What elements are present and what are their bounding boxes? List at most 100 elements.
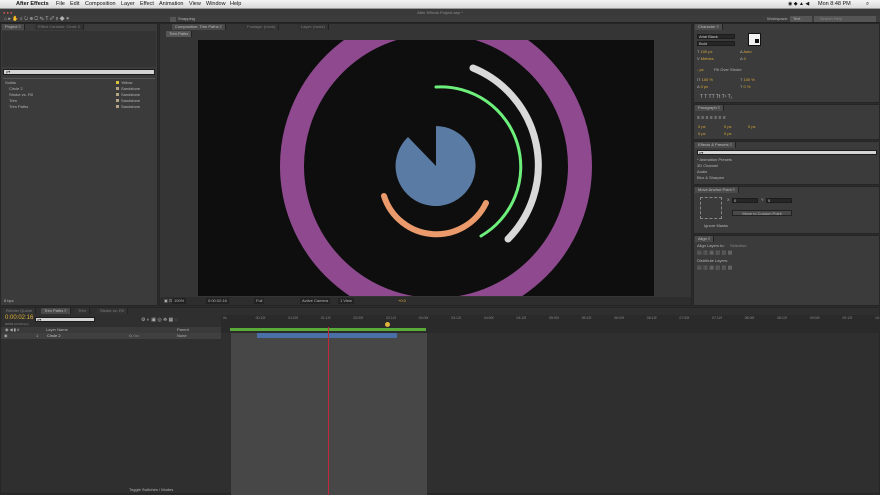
align-buttons[interactable]: ▤ ▥ ▦ ▧ ▨ ▩: [697, 250, 732, 256]
style-select[interactable]: Bold: [697, 41, 735, 46]
tab-footage[interactable]: Footage: (none): [244, 24, 280, 30]
indent-first[interactable]: 0 px: [748, 124, 756, 130]
search-help-input[interactable]: Search Help: [814, 16, 876, 22]
snapping-label: Snapping: [178, 16, 195, 21]
app-menu[interactable]: After Effects: [16, 1, 49, 7]
tool-icons[interactable]: ⌂ ▸ ✋ ⌕ ↻ ⊕ ▢ ✎ T ✐ ⚲ ◆ ✶: [4, 16, 69, 22]
tick-label: 01:12f: [320, 316, 331, 320]
effects-search[interactable]: ρ▾: [697, 150, 877, 155]
tick-label: 02:00f: [353, 316, 364, 320]
tab-layer[interactable]: Layer: (none): [298, 24, 329, 30]
timeline-switch-icons[interactable]: ⚙ ◐ ▣ ◎ ⛯ ▦ ◌: [141, 317, 178, 323]
text-style-buttons[interactable]: T T TT Tt T¹ T₁: [700, 94, 732, 100]
stroke-type-select[interactable]: Fill Over Stroke: [714, 67, 742, 73]
menu-window[interactable]: Window: [206, 1, 226, 7]
tab-render-queue[interactable]: Render Queue: [3, 308, 37, 314]
leading-field[interactable]: A Auto: [740, 49, 752, 55]
window-controls-icon[interactable]: ● ● ●: [3, 9, 12, 16]
stroke-px-field[interactable]: - px: [697, 67, 704, 73]
tab-trim[interactable]: Trim: [75, 308, 90, 314]
font-select[interactable]: Arial Black: [697, 34, 735, 39]
tick-label: 03:00f: [418, 316, 429, 320]
menu-help[interactable]: Help: [230, 1, 241, 7]
resolution-select[interactable]: Full: [254, 298, 265, 304]
project-search[interactable]: ρ▾: [3, 69, 155, 75]
zoom-select[interactable]: 100%: [172, 298, 187, 304]
tab-move-anchor-point[interactable]: Move Anchor Point ≡: [695, 187, 740, 193]
table-row[interactable]: ◉ 1 Circle 2 ◇ ⁄ ▭ None: [1, 333, 221, 339]
tab-character[interactable]: Character ≡: [695, 24, 724, 30]
tab-composition[interactable]: Composition: Trim Paths ≡: [172, 24, 227, 30]
tab-paragraph[interactable]: Paragraph ≡: [695, 105, 725, 111]
timeline-search[interactable]: ρ▾: [35, 317, 95, 322]
stroke-color-swatch[interactable]: [754, 38, 760, 44]
exposure-value[interactable]: +0.0: [398, 298, 406, 304]
ignore-masks-checkbox[interactable]: Ignore Masks: [704, 223, 728, 229]
menu-composition[interactable]: Composition: [85, 1, 116, 7]
tick-label: 04:00f: [483, 316, 494, 320]
menu-layer[interactable]: Layer: [121, 1, 135, 7]
tab-align[interactable]: Align ≡: [695, 236, 715, 242]
time-ruler[interactable]: 0s 00:12f 01:00f 01:12f 02:00f 02:12f 03:00f 03…: [221, 315, 880, 333]
comp-subtab[interactable]: Trim Paths: [166, 31, 193, 37]
layer-visibility-icon[interactable]: ◉: [4, 333, 8, 339]
tracking-field[interactable]: A 0: [740, 56, 746, 62]
spotlight-icon[interactable]: ⌕: [866, 1, 869, 8]
tick-label: 09:00f: [809, 316, 820, 320]
anchor-grid[interactable]: [700, 197, 722, 219]
menu-animation[interactable]: Animation: [159, 1, 183, 7]
toggle-switches-button[interactable]: Toggle Switches / Modes: [129, 487, 173, 493]
distribute-label: Distribute Layers:: [697, 258, 729, 263]
workspace-select[interactable]: Text: [790, 16, 812, 22]
align-buttons[interactable]: ≡ ≡ ≡ ≡ ≡ ≡ ≡: [697, 115, 726, 121]
current-time-indicator[interactable]: [385, 322, 390, 327]
comp-time[interactable]: 0:00:02:16: [206, 298, 229, 304]
indent-right[interactable]: 0 px: [724, 124, 732, 130]
kerning-field[interactable]: V Metrics: [697, 56, 714, 62]
camera-select[interactable]: Active Camera: [300, 298, 331, 304]
comp-footer: ▣ ⊡ 100% 0:00:02:16 Full Active Camera 1…: [160, 297, 691, 305]
tab-effects-presets[interactable]: Effects & Presets ≡: [695, 142, 737, 148]
space-after[interactable]: 0 px: [724, 131, 732, 137]
hscale-field[interactable]: T 100 %: [740, 77, 755, 83]
label-cell: Sandstone: [116, 104, 140, 110]
tsume-field[interactable]: T 0 %: [740, 84, 750, 90]
tick-label: 05:12f: [581, 316, 592, 320]
menu-view[interactable]: View: [189, 1, 201, 7]
tab-project[interactable]: Project ≡: [2, 24, 25, 30]
tick-label: 06:12f: [646, 316, 657, 320]
anchor-y-label: Y: [761, 197, 764, 202]
list-item[interactable]: Trim Paths: [9, 104, 28, 110]
snapping-checkbox[interactable]: [170, 17, 176, 22]
menu-edit[interactable]: Edit: [70, 1, 79, 7]
vscale-field[interactable]: IT 100 %: [697, 77, 713, 83]
anchor-x-field[interactable]: 0: [732, 198, 758, 203]
size-field[interactable]: T 100 px: [697, 49, 713, 55]
align-to-select[interactable]: Selection: [730, 243, 746, 249]
effects-item[interactable]: Blur & Sharpen: [697, 175, 724, 181]
timeline-panel: Render Queue Trim Paths ≡ Trim Stroke vs…: [0, 307, 880, 495]
distribute-buttons[interactable]: ▤ ▥ ▦ ▧ ▨ ▩: [697, 265, 732, 271]
tab-trim-paths[interactable]: Trim Paths ≡: [41, 308, 71, 314]
indent-left[interactable]: 0 px: [698, 124, 706, 130]
tab-stroke-vs-fill[interactable]: Stroke vs. Fill: [97, 308, 129, 314]
comp-canvas[interactable]: [198, 40, 654, 296]
layer-switch-icons[interactable]: ◇ ⁄ ▭: [129, 333, 139, 339]
view-select[interactable]: 1 View: [338, 298, 354, 304]
layer-duration-bar[interactable]: [257, 333, 397, 338]
menu-file[interactable]: File: [56, 1, 65, 7]
work-area-region: [231, 333, 427, 495]
baseline-field[interactable]: A 0 px: [697, 84, 708, 90]
anchor-y-field[interactable]: 0: [766, 198, 792, 203]
comp-icons[interactable]: ▣ ⊡: [164, 298, 172, 304]
layer-name[interactable]: Circle 2: [47, 333, 61, 339]
tick-label: 07:12f: [712, 316, 722, 320]
tab-effect-controls[interactable]: Effect Controls: Circle 2: [35, 24, 84, 30]
layer-parent-select[interactable]: None: [177, 333, 187, 339]
project-footer[interactable]: 8 bpc: [4, 298, 14, 304]
space-before[interactable]: 0 px: [698, 131, 706, 137]
menu-effect[interactable]: Effect: [140, 1, 154, 7]
move-custom-point-button[interactable]: Move to Custom Point: [732, 210, 792, 216]
align-to-label: Align Layers to:: [697, 243, 725, 248]
playhead-line[interactable]: [328, 327, 329, 495]
